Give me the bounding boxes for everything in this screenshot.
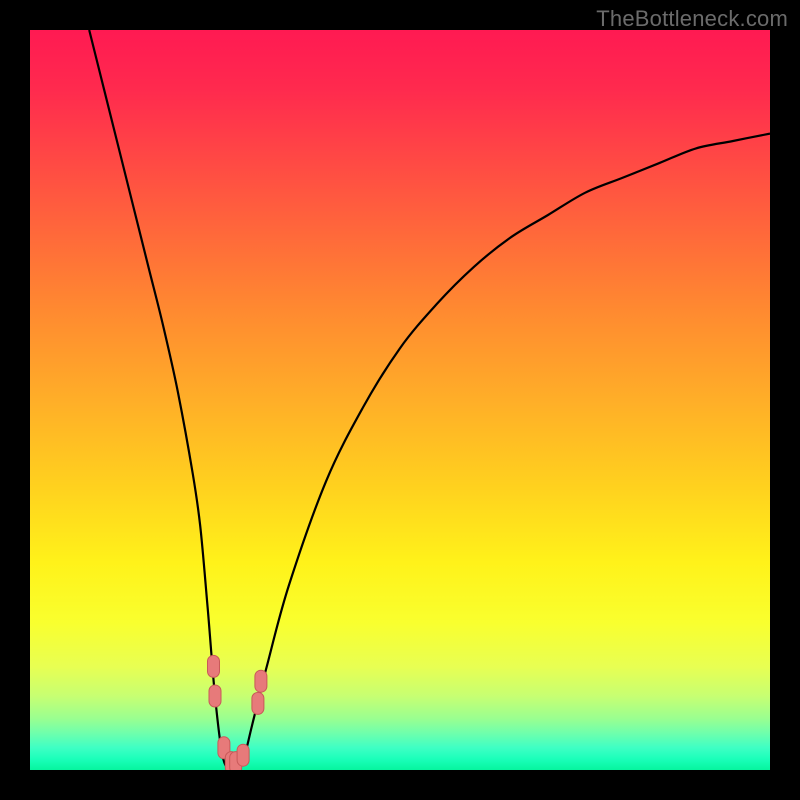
highlight-point	[252, 692, 264, 714]
highlight-point	[208, 655, 220, 677]
watermark-text: TheBottleneck.com	[596, 6, 788, 32]
points-group	[208, 655, 267, 770]
highlight-points	[30, 30, 770, 770]
highlight-point	[209, 685, 221, 707]
chart-frame: TheBottleneck.com	[0, 0, 800, 800]
highlight-point	[237, 744, 249, 766]
highlight-point	[255, 670, 267, 692]
plot-area	[30, 30, 770, 770]
